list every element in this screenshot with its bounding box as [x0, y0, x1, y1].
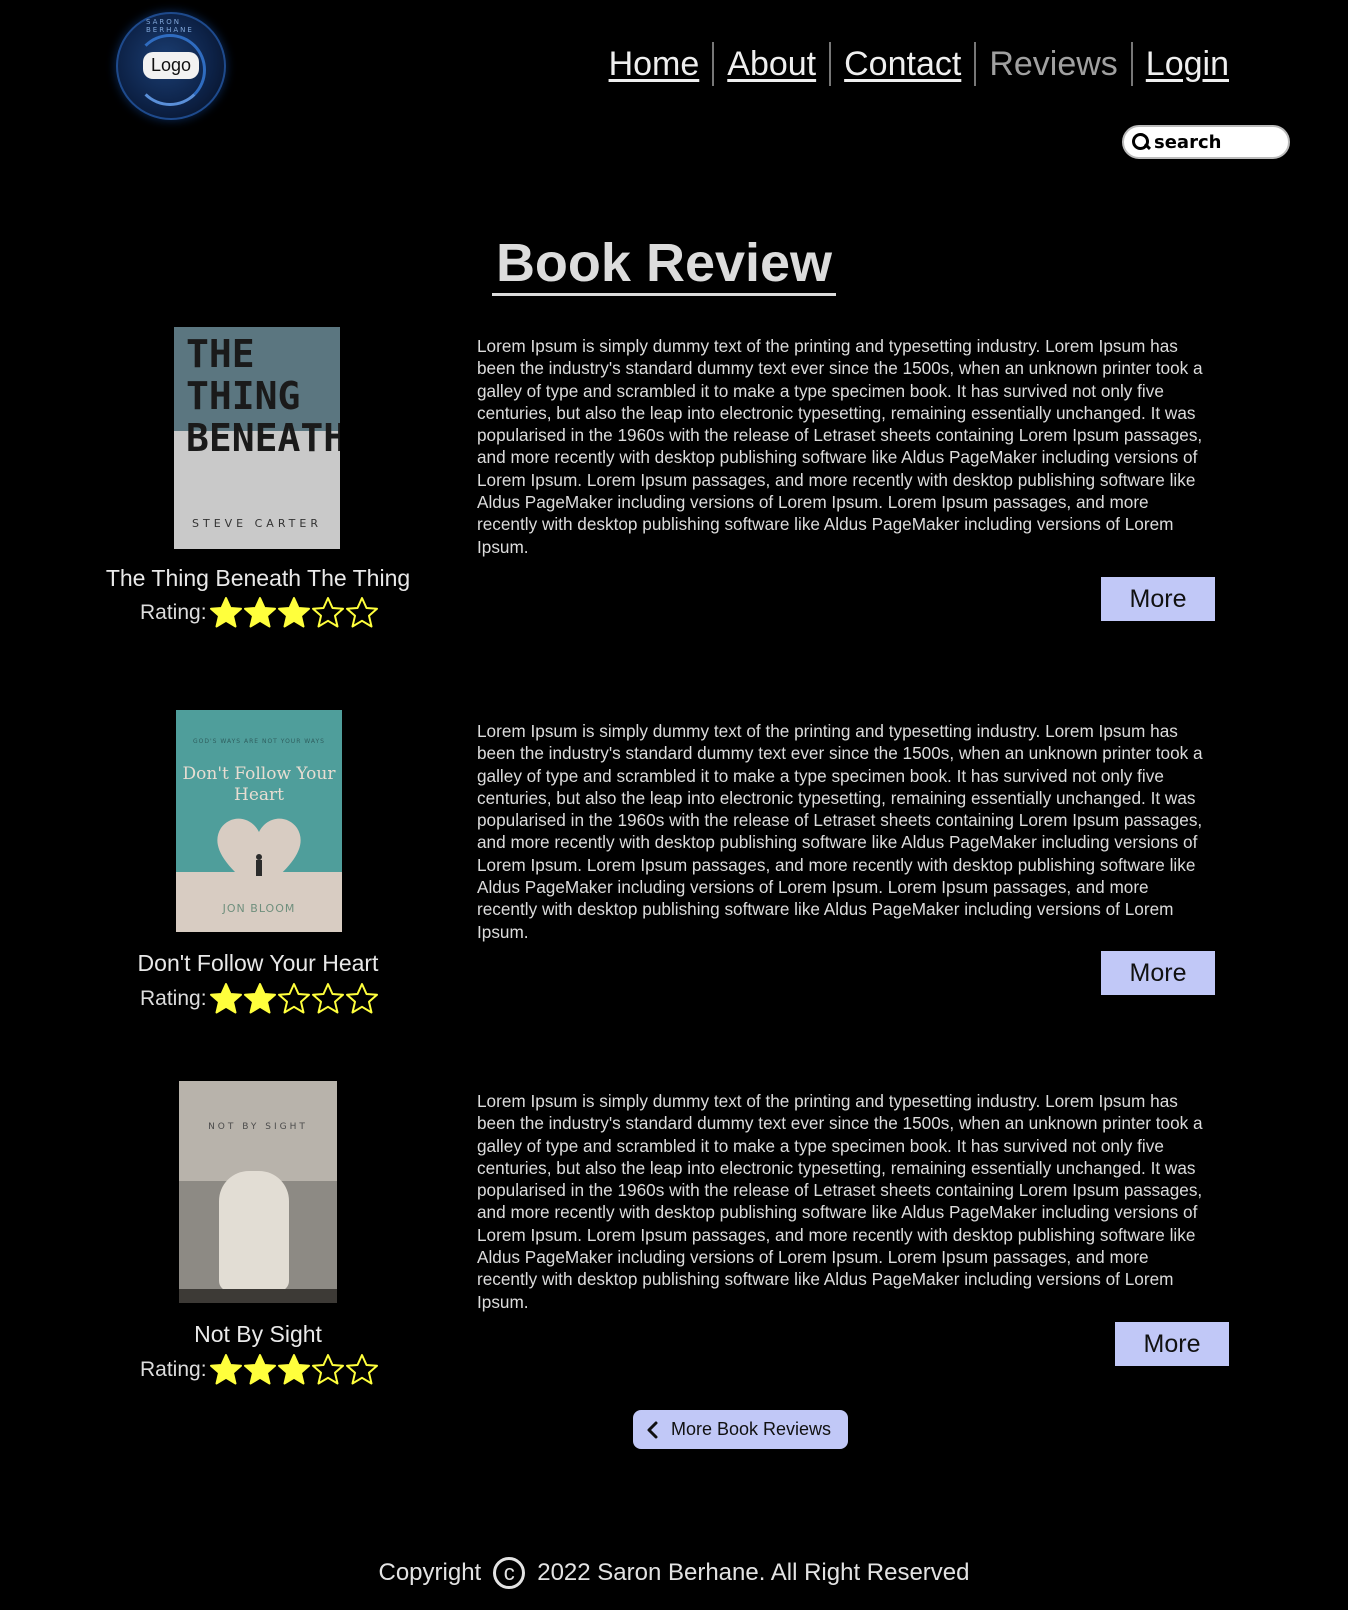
heart-icon: [217, 818, 301, 892]
book-title: Don't Follow Your Heart: [137, 950, 379, 976]
footer-text: 2022 Saron Berhane. All Right Reserved: [537, 1559, 970, 1586]
star-filled-icon: [209, 1354, 242, 1385]
more-book-reviews-label: More Book Reviews: [671, 1419, 832, 1439]
cover-author: JON BLOOM: [222, 902, 296, 915]
star-filled-icon: [243, 983, 276, 1014]
star-empty-icon: [345, 983, 378, 1014]
footer: Copyright c 2022 Saron Berhane. All Righ…: [0, 1557, 1348, 1589]
book-cover[interactable]: THE THING BENEATH STEVE CARTER: [174, 327, 340, 549]
more-button[interactable]: More: [1101, 951, 1215, 995]
cover-kicker: GOD'S WAYS ARE NOT YOUR WAYS: [193, 738, 325, 745]
star-rating: [209, 1353, 379, 1387]
cover-title: NOT BY SIGHT: [208, 1122, 308, 1132]
rating: Rating:: [140, 1353, 379, 1387]
rating: Rating:: [140, 982, 379, 1016]
cover-author: STEVE CARTER: [192, 517, 322, 530]
star-empty-icon: [311, 983, 344, 1014]
logo[interactable]: SARON BERHANE Logo: [116, 12, 226, 120]
more-button[interactable]: More: [1101, 577, 1215, 621]
book-cover[interactable]: NOT BY SIGHT: [179, 1081, 337, 1303]
rating-label: Rating:: [140, 601, 207, 624]
star-rating: [209, 982, 379, 1016]
star-filled-icon: [277, 1354, 310, 1385]
rating: Rating:: [140, 596, 379, 630]
star-filled-icon: [209, 983, 242, 1014]
nav-contact[interactable]: Contact: [831, 45, 974, 84]
nav-home[interactable]: Home: [596, 45, 713, 84]
star-empty-icon: [311, 597, 344, 628]
nav-reviews[interactable]: Reviews: [976, 45, 1130, 84]
main-nav: Home About Contact Reviews Login: [596, 42, 1242, 86]
star-filled-icon: [209, 597, 242, 628]
star-empty-icon: [311, 1354, 344, 1385]
logo-label: Logo: [143, 52, 200, 79]
page-title: Book Review: [0, 232, 1348, 296]
star-empty-icon: [277, 983, 310, 1014]
more-button[interactable]: More: [1115, 1322, 1229, 1366]
rating-label: Rating:: [140, 987, 207, 1010]
star-empty-icon: [345, 597, 378, 628]
search-box[interactable]: [1122, 125, 1290, 159]
star-filled-icon: [243, 1354, 276, 1385]
book-cover[interactable]: GOD'S WAYS ARE NOT YOUR WAYS Don't Follo…: [176, 710, 342, 932]
star-rating: [209, 596, 379, 630]
cover-title: THE THING BENEATH: [186, 332, 340, 460]
chevron-left-icon: [647, 1421, 658, 1438]
review-text: Lorem Ipsum is simply dummy text of the …: [477, 1091, 1203, 1312]
nav-about[interactable]: About: [714, 45, 829, 84]
rating-label: Rating:: [140, 1358, 207, 1381]
search-icon[interactable]: [1132, 133, 1150, 151]
star-filled-icon: [277, 597, 310, 628]
more-book-reviews-button[interactable]: More Book Reviews: [633, 1410, 848, 1449]
star-filled-icon: [243, 597, 276, 628]
star-empty-icon: [345, 1354, 378, 1385]
nav-login[interactable]: Login: [1133, 45, 1242, 84]
review-text: Lorem Ipsum is simply dummy text of the …: [477, 336, 1203, 557]
logo-ring-text: SARON BERHANE: [146, 18, 194, 34]
footer-prefix: Copyright: [378, 1559, 482, 1586]
cover-title: Don't Follow Your Heart: [182, 764, 336, 805]
copyright-icon: c: [493, 1557, 526, 1589]
book-title: Not By Sight: [194, 1321, 322, 1347]
search-input[interactable]: [1154, 131, 1284, 153]
book-title: The Thing Beneath The Thing: [105, 565, 411, 591]
review-text: Lorem Ipsum is simply dummy text of the …: [477, 721, 1203, 942]
